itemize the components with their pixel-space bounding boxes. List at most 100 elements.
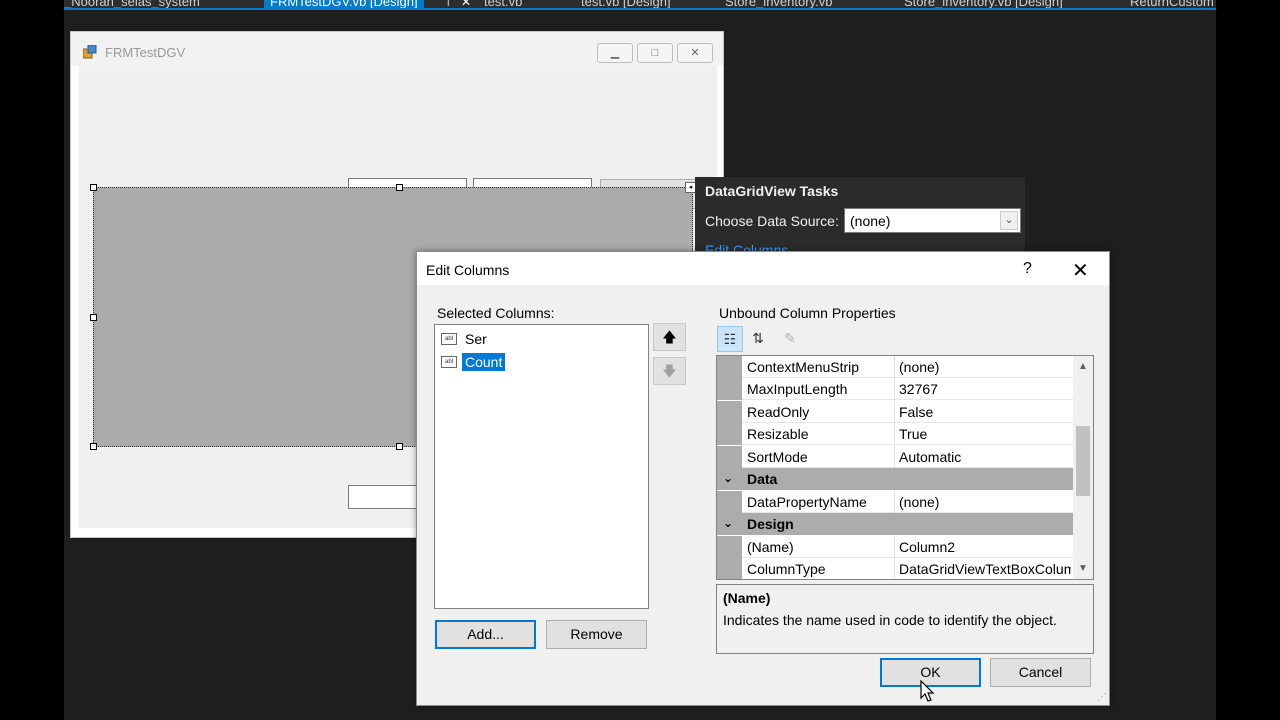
prop-row-datapropertyname[interactable]: DataPropertyName (none) xyxy=(717,491,1073,513)
prop-row-sortmode[interactable]: SortMode Automatic xyxy=(717,446,1073,468)
resize-handle-sw[interactable] xyxy=(90,443,97,450)
prop-value[interactable]: (none) xyxy=(899,494,939,510)
scroll-up-icon[interactable]: ▲ xyxy=(1073,358,1093,375)
category-name: Design xyxy=(747,516,794,532)
cancel-button[interactable]: Cancel xyxy=(990,658,1091,687)
dialog-title-bar: Edit Columns ? ✕ xyxy=(417,252,1109,285)
close-icon[interactable]: ✕ xyxy=(461,0,471,8)
property-grid[interactable]: ContextMenuStrip (none) MaxInputLength 3… xyxy=(716,355,1094,580)
row-gutter xyxy=(717,401,742,423)
description-title: (Name) xyxy=(723,590,771,606)
prop-value[interactable]: DataGridViewTextBoxColum xyxy=(899,561,1071,577)
chevron-down-icon[interactable]: ⌄ xyxy=(723,471,733,485)
move-up-button[interactable]: 🡅 xyxy=(653,323,686,351)
pin-icon[interactable]: ⊤ xyxy=(443,0,453,8)
column-divider xyxy=(894,558,895,579)
help-icon[interactable]: ? xyxy=(1023,260,1032,278)
alphabetical-icon[interactable]: ⇅ xyxy=(745,326,771,352)
column-name: Ser xyxy=(465,331,487,347)
column-divider xyxy=(894,356,895,378)
row-gutter xyxy=(717,558,742,579)
tab-test-vb[interactable]: test.vb xyxy=(484,0,522,8)
form-title: FRMTestDGV xyxy=(105,45,186,60)
tab-store-inventory-design[interactable]: Store_inventory.vb [Design] xyxy=(904,0,1063,8)
arrow-down-icon: 🡇 xyxy=(662,363,677,379)
property-description-pane: (Name) Indicates the name used in code t… xyxy=(716,584,1094,654)
prop-value[interactable]: (none) xyxy=(899,359,939,375)
choose-datasource-label: Choose Data Source: xyxy=(705,213,839,229)
form-icon xyxy=(83,45,97,59)
size-grip-icon[interactable]: ⋰ xyxy=(1097,692,1107,703)
column-name: Count xyxy=(462,353,506,371)
prop-value[interactable]: Column2 xyxy=(899,539,955,555)
maximize-icon[interactable]: □ xyxy=(637,43,673,63)
description-text: Indicates the name used in code to ident… xyxy=(723,612,1057,628)
tab-returncustom[interactable]: ReturnCustom xyxy=(1130,0,1214,8)
row-gutter xyxy=(717,536,742,558)
add-button[interactable]: Add... xyxy=(435,620,536,649)
unbound-column-properties-label: Unbound Column Properties xyxy=(719,305,896,321)
tab-store-inventory[interactable]: Store_inventory.vb xyxy=(725,0,832,8)
prop-value[interactable]: Automatic xyxy=(899,449,961,465)
prop-row-maxinputlength[interactable]: MaxInputLength 32767 xyxy=(717,378,1073,400)
textbox-column-icon: abl xyxy=(441,356,457,368)
row-gutter xyxy=(717,356,742,378)
scroll-thumb[interactable] xyxy=(1076,426,1090,496)
scroll-down-icon[interactable]: ▼ xyxy=(1073,560,1093,577)
resize-handle-s[interactable] xyxy=(396,443,403,450)
prop-value[interactable]: True xyxy=(899,426,927,442)
prop-value[interactable]: 32767 xyxy=(899,381,938,397)
prop-name: DataPropertyName xyxy=(747,494,867,510)
selected-columns-list[interactable]: abl Ser abl Count xyxy=(434,324,649,609)
resize-handle-nw[interactable] xyxy=(90,184,97,191)
move-down-button[interactable]: 🡇 xyxy=(653,357,686,385)
row-gutter xyxy=(717,378,742,400)
column-divider xyxy=(894,491,895,513)
selected-columns-label: Selected Columns: xyxy=(437,305,555,321)
prop-name: ColumnType xyxy=(747,561,826,577)
category-data[interactable]: ⌄ Data xyxy=(717,468,1073,490)
datagridview-tasks-panel: DataGridView Tasks Choose Data Source: (… xyxy=(695,177,1025,258)
tab-test-vb-design[interactable]: test.vb [Design] xyxy=(581,0,671,8)
chevron-down-icon[interactable]: ⌄ xyxy=(723,516,733,530)
category-name: Data xyxy=(747,471,778,487)
dialog-title: Edit Columns xyxy=(426,262,510,278)
prop-row-resizable[interactable]: Resizable True xyxy=(717,423,1073,445)
prop-row-readonly[interactable]: ReadOnly False xyxy=(717,401,1073,423)
tasks-title: DataGridView Tasks xyxy=(705,183,839,199)
document-tab-strip: _Nooran_selas_system FRMTestDGV.vb [Desi… xyxy=(64,0,1216,10)
prop-row-columntype[interactable]: ColumnType DataGridViewTextBoxColum xyxy=(717,558,1073,579)
remove-button[interactable]: Remove xyxy=(546,620,647,649)
prop-name: (Name) xyxy=(747,539,794,555)
mouse-cursor-icon xyxy=(920,680,935,702)
tab-frmtestdgv-design[interactable]: FRMTestDGV.vb [Design] xyxy=(264,0,424,8)
textbox-column-icon: abl xyxy=(441,333,457,345)
category-design[interactable]: ⌄ Design xyxy=(717,513,1073,535)
form-title-bar: FRMTestDGV ▁ □ ✕ xyxy=(71,32,723,66)
close-icon[interactable]: ✕ xyxy=(1072,258,1089,283)
resize-handle-n[interactable] xyxy=(396,184,403,191)
row-gutter xyxy=(717,491,742,513)
tab-nooran-selas-system[interactable]: _Nooran_selas_system xyxy=(64,0,200,8)
row-gutter xyxy=(717,423,742,445)
resize-handle-w[interactable] xyxy=(90,314,97,321)
prop-name: ReadOnly xyxy=(747,404,810,420)
textbox-3[interactable] xyxy=(348,485,420,509)
close-icon[interactable]: ✕ xyxy=(677,43,713,63)
column-divider xyxy=(894,401,895,423)
arrow-up-icon: 🡅 xyxy=(662,329,677,345)
property-grid-toolbar: ☷ ⇅ ✎ xyxy=(717,326,807,352)
property-grid-scrollbar[interactable]: ▲ ▼ xyxy=(1073,356,1093,579)
prop-value[interactable]: False xyxy=(899,404,933,420)
prop-name: SortMode xyxy=(747,449,808,465)
minimize-icon[interactable]: ▁ xyxy=(597,43,633,63)
prop-name: Resizable xyxy=(747,426,809,442)
prop-name: MaxInputLength xyxy=(747,381,848,397)
categorized-icon[interactable]: ☷ xyxy=(717,326,743,352)
property-pages-icon[interactable]: ✎ xyxy=(777,326,803,352)
column-divider xyxy=(894,423,895,445)
datasource-combo[interactable]: (none) ⌄ xyxy=(844,208,1021,233)
chevron-down-icon[interactable]: ⌄ xyxy=(1000,211,1018,230)
prop-row-name[interactable]: (Name) Column2 xyxy=(717,536,1073,558)
prop-row-contextmenustrip[interactable]: ContextMenuStrip (none) xyxy=(717,356,1073,378)
